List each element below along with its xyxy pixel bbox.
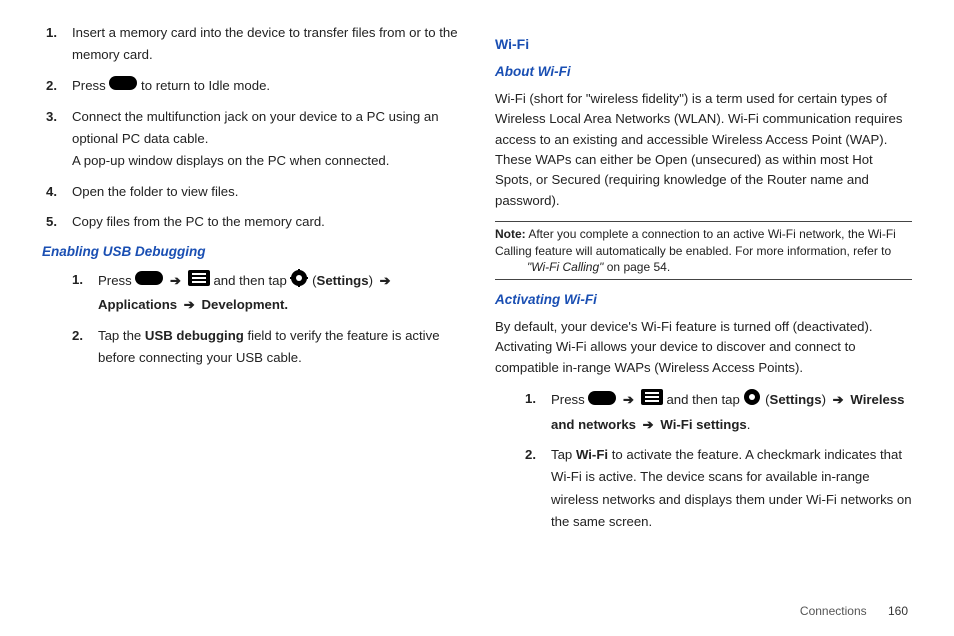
text: and then tap (213, 273, 290, 288)
list-item: 1. Press ➔ and then tap (Settings) ➔ App… (68, 269, 459, 317)
text: Press (98, 273, 135, 288)
settings-label: Settings (770, 392, 822, 407)
step-number: 1. (521, 388, 551, 436)
step-number: 1. (42, 22, 72, 67)
page-columns: 1. Insert a memory card into the device … (0, 0, 954, 580)
step-text: Insert a memory card into the device to … (72, 22, 459, 67)
step-number: 5. (42, 211, 72, 233)
page-footer: Connections 160 (800, 604, 908, 618)
home-key-icon (135, 270, 163, 292)
applications-label: Applications (98, 297, 181, 312)
usb-steps-list: 1. Press ➔ and then tap (Settings) ➔ App… (68, 269, 459, 370)
step-number: 2. (68, 325, 98, 370)
left-column: 1. Insert a memory card into the device … (42, 22, 459, 570)
development-label: Development. (198, 297, 288, 312)
usb-debugging-label: USB debugging (145, 328, 244, 343)
arrow-icon: ➔ (620, 392, 637, 407)
menu-key-icon (188, 270, 210, 293)
step-number: 2. (42, 75, 72, 98)
step-text: Press to return to Idle mode. (72, 75, 459, 98)
step-number: 1. (68, 269, 98, 317)
activating-wifi-paragraph: By default, your device's Wi-Fi feature … (495, 317, 912, 378)
about-wifi-paragraph: Wi-Fi (short for "wireless fidelity") is… (495, 89, 912, 212)
heading-wifi: Wi-Fi (495, 34, 912, 56)
step-text: Connect the multifunction jack on your d… (72, 106, 459, 173)
step-text: Press ➔ and then tap (Settings) ➔ Wirele… (551, 388, 912, 436)
heading-about-wifi: About Wi-Fi (495, 62, 912, 83)
step-number: 4. (42, 181, 72, 203)
step-number: 2. (521, 444, 551, 534)
text: ) (822, 392, 830, 407)
left-steps-list: 1. Insert a memory card into the device … (42, 22, 459, 234)
heading-activating-wifi: Activating Wi-Fi (495, 290, 912, 311)
text: . (747, 417, 751, 432)
step-text: Copy files from the PC to the memory car… (72, 211, 459, 233)
note-continuation: "Wi-Fi Calling" on page 54. (495, 259, 912, 275)
arrow-icon: ➔ (377, 273, 394, 288)
home-key-icon (588, 390, 616, 412)
right-column: Wi-Fi About Wi-Fi Wi-Fi (short for "wire… (495, 22, 912, 570)
note-block: Note: After you complete a connection to… (495, 221, 912, 280)
home-key-icon (109, 75, 137, 97)
text: Tap the (98, 328, 145, 343)
step-text: Open the folder to view files. (72, 181, 459, 203)
text: Tap (551, 447, 576, 462)
wifi-label: Wi-Fi (576, 447, 608, 462)
gear-icon (743, 388, 761, 413)
heading-enabling-usb: Enabling USB Debugging (42, 242, 459, 263)
note-text: on page 54. (603, 260, 670, 274)
list-item: 3. Connect the multifunction jack on you… (42, 106, 459, 173)
text: and then tap (666, 392, 743, 407)
wifi-settings-label: Wi-Fi settings (657, 417, 747, 432)
arrow-icon: ➔ (167, 273, 184, 288)
arrow-icon: ➔ (640, 417, 657, 432)
activating-steps-list: 1. Press ➔ and then tap (Settings) ➔ Wir… (521, 388, 912, 534)
note-text: After you complete a connection to an ac… (495, 227, 896, 257)
text: to return to Idle mode. (141, 78, 270, 93)
text: Press (72, 78, 109, 93)
text: Press (551, 392, 588, 407)
footer-section: Connections (800, 604, 867, 618)
list-item: 1. Press ➔ and then tap (Settings) ➔ Wir… (521, 388, 912, 436)
footer-page-number: 160 (888, 604, 908, 618)
list-item: 2. Tap Wi-Fi to activate the feature. A … (521, 444, 912, 534)
list-item: 2. Tap the USB debugging field to verify… (68, 325, 459, 370)
list-item: 2. Press to return to Idle mode. (42, 75, 459, 98)
step-text: Press ➔ and then tap (Settings) ➔ Applic… (98, 269, 459, 317)
gear-icon (290, 269, 308, 294)
arrow-icon: ➔ (830, 392, 847, 407)
step-text: Tap Wi-Fi to activate the feature. A che… (551, 444, 912, 534)
note-label: Note: (495, 227, 526, 241)
menu-key-icon (641, 389, 663, 412)
list-item: 5. Copy files from the PC to the memory … (42, 211, 459, 233)
list-item: 1. Insert a memory card into the device … (42, 22, 459, 67)
step-number: 3. (42, 106, 72, 173)
step-text: Tap the USB debugging field to verify th… (98, 325, 459, 370)
arrow-icon: ➔ (181, 297, 198, 312)
text: ) (369, 273, 377, 288)
wifi-calling-ref: "Wi-Fi Calling" (527, 260, 603, 274)
list-item: 4. Open the folder to view files. (42, 181, 459, 203)
settings-label: Settings (317, 273, 369, 288)
